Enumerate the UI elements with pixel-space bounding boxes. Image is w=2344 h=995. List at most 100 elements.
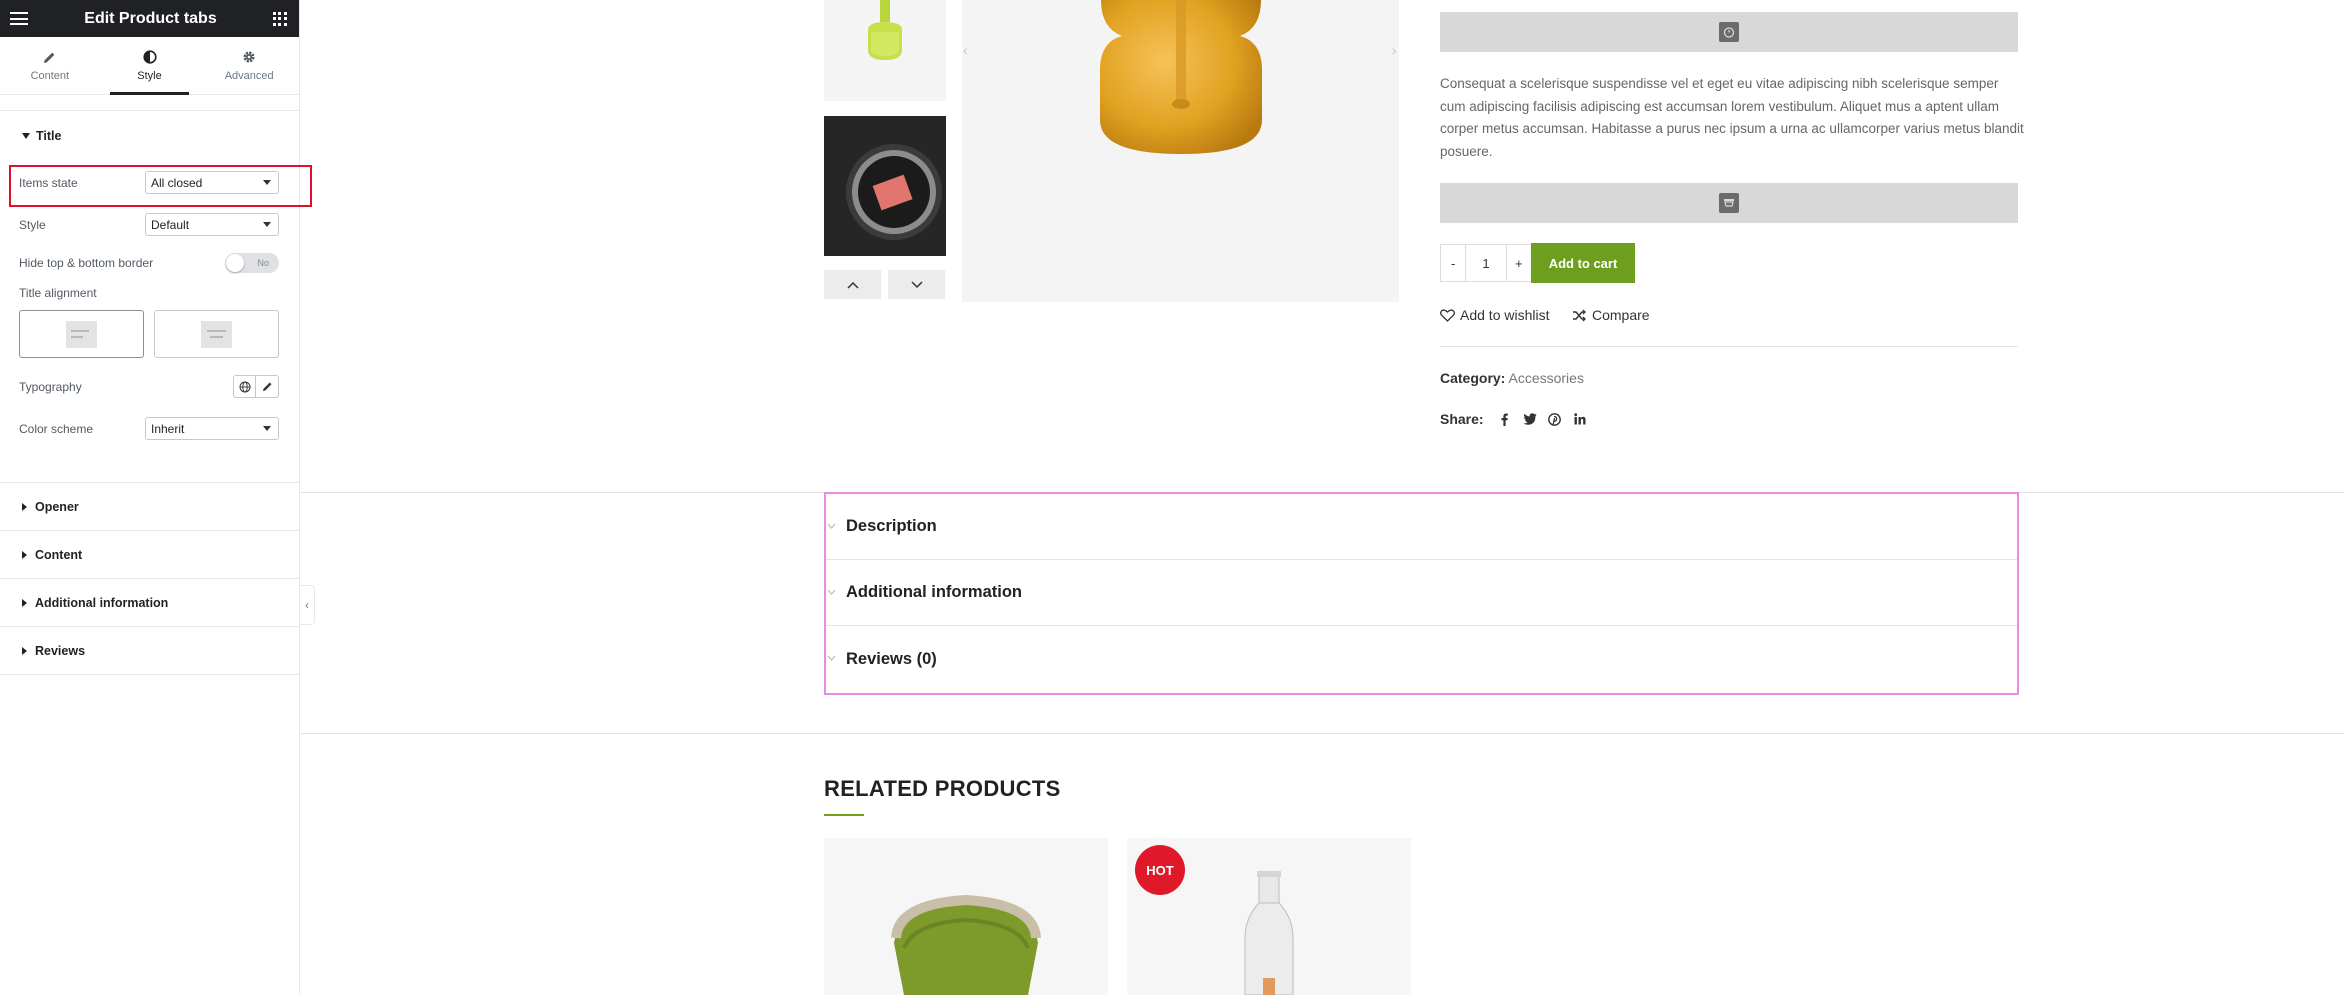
menu-icon[interactable] xyxy=(10,12,28,25)
items-state-control: Items state All closed xyxy=(19,171,279,194)
align-left-icon xyxy=(66,320,97,348)
svg-text:›: › xyxy=(1391,41,1397,60)
editor-panel: Edit Product tabs Content Style Advanced xyxy=(0,0,312,995)
pencil-icon xyxy=(42,49,58,65)
color-scheme-select[interactable]: Inherit xyxy=(145,417,279,440)
caret-right-icon xyxy=(22,646,27,655)
placeholder-bar-top xyxy=(1440,12,2018,52)
typography-control: Typography xyxy=(19,375,279,398)
section-title-toggle[interactable]: Title xyxy=(0,116,299,156)
related-product-card[interactable] xyxy=(824,838,1108,995)
globe-icon[interactable] xyxy=(233,375,256,398)
product-short-description: Consequat a scelerisque suspendisse vel … xyxy=(1440,76,2024,159)
collapse-panel-button[interactable]: ‹ xyxy=(300,585,315,625)
main-product-image[interactable]: › ‹ xyxy=(962,0,1399,302)
widgets-grid-icon[interactable] xyxy=(272,11,287,26)
section-additional-information-toggle[interactable]: Additional information xyxy=(0,579,300,627)
panel-tabs: Content Style Advanced xyxy=(0,37,299,95)
facebook-icon[interactable] xyxy=(1495,410,1515,428)
pinterest-icon[interactable] xyxy=(1545,410,1565,428)
typography-buttons xyxy=(233,375,279,398)
heading-underline xyxy=(824,814,864,816)
hide-border-value: No xyxy=(257,258,269,268)
style-value: Default xyxy=(151,217,190,232)
section-content-label: Content xyxy=(35,547,83,562)
tab-advanced-label: Advanced xyxy=(224,70,274,82)
accordion-additional-information-label: Additional information xyxy=(846,583,1022,601)
collapse-chevron-icon: ‹ xyxy=(305,598,309,612)
gallery-next-button[interactable] xyxy=(888,270,945,299)
wishlist-label: Add to wishlist xyxy=(1460,307,1550,323)
add-to-cart-button[interactable]: Add to cart xyxy=(1531,243,1635,283)
compare-label: Compare xyxy=(1592,307,1650,323)
color-scheme-value: Inherit xyxy=(151,421,185,436)
title-alignment-label: Title alignment xyxy=(19,286,97,300)
meta-divider xyxy=(1440,346,2018,347)
color-scheme-control: Color scheme Inherit xyxy=(19,417,279,440)
timer-icon xyxy=(1719,22,1739,42)
green-stool-image xyxy=(891,894,1041,995)
add-to-wishlist-link[interactable]: Add to wishlist xyxy=(1440,307,1549,323)
chevron-up-icon xyxy=(846,281,859,289)
items-state-value: All closed xyxy=(151,175,203,190)
style-select[interactable]: Default xyxy=(145,213,279,236)
green-vase-image xyxy=(868,0,902,60)
typography-label: Typography xyxy=(19,379,82,394)
section-title-label: Title xyxy=(36,129,62,143)
hide-border-label: Hide top & bottom border xyxy=(19,256,154,270)
twitter-icon[interactable] xyxy=(1520,410,1540,428)
gallery-prev-button[interactable] xyxy=(824,270,881,299)
section-content-toggle[interactable]: Content xyxy=(0,531,300,579)
dropdown-arrow-icon xyxy=(263,426,271,431)
tab-content-label: Content xyxy=(30,70,70,82)
qty-increase-button[interactable]: + xyxy=(1507,245,1531,281)
chevron-down-icon xyxy=(827,587,836,597)
section-reviews-toggle[interactable]: Reviews xyxy=(0,627,300,675)
hide-border-control: Hide top & bottom border No xyxy=(19,253,279,273)
accordion-description-label: Description xyxy=(846,517,937,535)
share-label: Share: xyxy=(1440,411,1484,427)
tab-style-label: Style xyxy=(137,70,162,82)
heart-icon xyxy=(1440,308,1455,322)
dropdown-arrow-icon xyxy=(263,222,271,227)
align-center-option[interactable] xyxy=(154,310,279,358)
qty-decrease-button[interactable]: - xyxy=(1441,245,1465,281)
toggle-knob xyxy=(226,254,244,272)
thumbnail-camera[interactable] xyxy=(824,116,946,256)
related-products-heading: RELATED PRODUCTS xyxy=(824,776,1061,801)
panel-title: Edit Product tabs xyxy=(84,9,217,27)
tab-advanced[interactable]: Advanced xyxy=(199,37,299,94)
product-category: Category: Accessories xyxy=(1440,370,1584,386)
tab-style[interactable]: Style xyxy=(100,37,200,95)
color-scheme-label: Color scheme xyxy=(19,421,94,436)
linkedin-icon[interactable] xyxy=(1570,410,1590,428)
hot-badge: HOT xyxy=(1135,845,1185,895)
qty-input[interactable]: 1 xyxy=(1465,245,1507,281)
cart-icon xyxy=(1719,193,1739,213)
align-center-icon xyxy=(201,320,232,348)
style-control: Style Default xyxy=(19,213,279,236)
section-reviews-label: Reviews xyxy=(35,643,86,658)
shuffle-icon xyxy=(1573,309,1586,321)
accordion-description[interactable]: Description xyxy=(826,494,2017,560)
compare-link[interactable]: Compare xyxy=(1572,307,1650,323)
items-state-label: Items state xyxy=(19,175,78,190)
thumbnail-vase[interactable] xyxy=(824,0,946,101)
section-opener-toggle[interactable]: Opener xyxy=(0,483,300,531)
category-label: Category: xyxy=(1440,370,1506,386)
category-link[interactable]: Accessories xyxy=(1508,370,1583,386)
tab-content[interactable]: Content xyxy=(0,37,100,94)
align-left-option[interactable] xyxy=(19,310,144,358)
items-state-select[interactable]: All closed xyxy=(145,171,279,194)
camera-sensor-image xyxy=(824,116,946,256)
dropdown-arrow-icon xyxy=(263,180,271,185)
style-label: Style xyxy=(19,217,46,232)
svg-text:‹: ‹ xyxy=(962,41,968,60)
accordion-reviews[interactable]: Reviews (0) xyxy=(826,626,2017,692)
accordion-additional-information[interactable]: Additional information xyxy=(826,560,2017,626)
product-tabs-accordion: Description Additional information Revie… xyxy=(824,492,2019,695)
collapsed-sections: Opener Content Additional information Re… xyxy=(0,483,300,675)
edit-pencil-icon[interactable] xyxy=(256,375,279,398)
hide-border-toggle[interactable]: No xyxy=(225,253,279,273)
caret-right-icon xyxy=(22,502,27,511)
